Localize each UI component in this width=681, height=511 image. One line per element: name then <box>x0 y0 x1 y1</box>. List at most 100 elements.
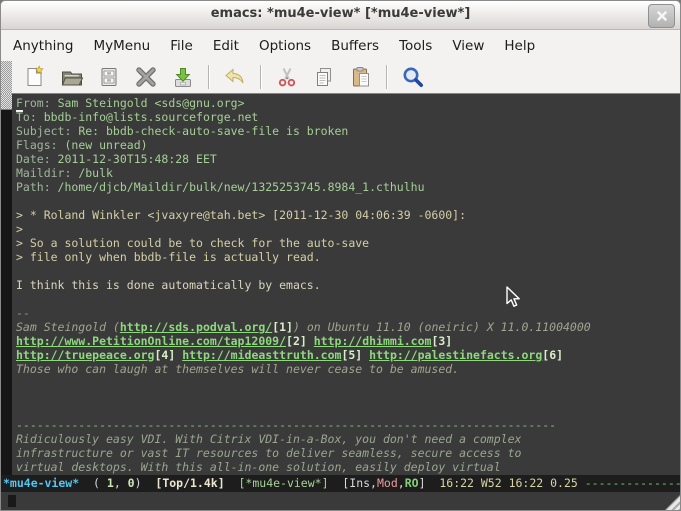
text-segment: 2011-12-30T15:48:28 EET <box>58 152 217 166</box>
url-link[interactable]: http://dhimmi.com <box>314 334 432 348</box>
title-bar[interactable]: emacs: *mu4e-view* [*mu4e-view*] <box>1 1 680 30</box>
buffer-line <box>16 292 680 306</box>
text-window[interactable]: From: Sam Steingold <sds@gnu.org>To: bbd… <box>1 94 680 475</box>
text-segment <box>307 334 314 348</box>
buffer-line <box>16 194 680 208</box>
text-segment: bbdb-info@lists.sourceforge.net <box>44 110 259 124</box>
text-segment: ) on Ubuntu 11.10 (oneiric) X 11.0.11004… <box>293 320 591 334</box>
undo-button[interactable] <box>223 65 247 89</box>
text-segment: ) <box>135 476 156 490</box>
text-segment: ----------------------------------------… <box>16 418 556 432</box>
buffer-line <box>16 376 680 390</box>
search-icon <box>401 65 425 89</box>
buffer-line: virtual desktops. With this all-in-one s… <box>16 460 680 474</box>
toolbar-separator <box>260 65 262 89</box>
buffer-line: -- <box>16 306 680 320</box>
text-segment: > So a solution could be to check for th… <box>16 236 369 250</box>
new-file-icon <box>23 65 47 89</box>
text-segment: rom: <box>23 96 58 110</box>
scrollbar-thumb[interactable] <box>1 94 12 110</box>
buffer-line: Maildir: /bulk <box>16 166 680 180</box>
buffer-line: > So a solution could be to check for th… <box>16 236 680 250</box>
resize-grip[interactable] <box>665 495 680 510</box>
save-as-button[interactable] <box>171 65 195 89</box>
buffer-text: From: Sam Steingold <sds@gnu.org>To: bbd… <box>16 96 680 475</box>
buffer-line: > <box>16 222 680 236</box>
search-button[interactable] <box>401 65 425 89</box>
buffer-line: Date: 2011-12-30T15:48:28 EET <box>16 152 680 166</box>
close-icon <box>656 10 668 22</box>
text-segment: [2] <box>286 334 307 348</box>
menu-item-view[interactable]: View <box>442 34 494 58</box>
text-segment: > file only when bbdb-file is actually r… <box>16 250 321 264</box>
text-segment: Re: bbdb-check-auto-save-file is broken <box>78 124 348 138</box>
buffer-line: infrastructure or vast IT resources to d… <box>16 446 680 460</box>
text-segment: , <box>114 476 128 490</box>
text-segment: Ridiculously easy VDI. With Citrix VDI-i… <box>16 432 521 446</box>
text-segment: Date: <box>16 152 58 166</box>
echo-area[interactable] <box>1 492 680 510</box>
buffer-line <box>16 404 680 418</box>
buffer-line: ----------------------------------------… <box>16 418 680 432</box>
paste-button[interactable] <box>349 65 373 89</box>
close-buffer-icon <box>134 65 158 89</box>
window-title: emacs: *mu4e-view* [*mu4e-view*] <box>1 6 680 21</box>
text-segment: [1] <box>272 320 293 334</box>
buffer-line: Those who can laugh at themselves will n… <box>16 362 680 376</box>
menu-item-anything[interactable]: Anything <box>3 34 84 58</box>
menu-item-edit[interactable]: Edit <box>203 34 249 58</box>
text-segment: To: <box>16 110 44 124</box>
paste-icon <box>349 65 373 89</box>
text-segment: ] <box>419 476 426 490</box>
buffer-line: Path: /home/djcb/Maildir/bulk/new/132525… <box>16 180 680 194</box>
close-button[interactable] <box>648 4 675 28</box>
buffer-line: From: Sam Steingold <sds@gnu.org> <box>16 96 680 110</box>
menu-item-options[interactable]: Options <box>249 34 321 58</box>
open-folder-icon <box>60 65 84 89</box>
save-button[interactable] <box>97 65 121 89</box>
text-segment: *mu4e-view* <box>3 476 79 490</box>
text-segment: [*mu4e-view*] <box>239 476 329 490</box>
url-link[interactable]: http://mideasttruth.com <box>182 348 341 362</box>
text-segment: [4] <box>154 348 175 362</box>
text-segment: [Ins, <box>329 476 377 490</box>
url-link[interactable]: http://www.PetitionOnline.com/tap12009/ <box>16 334 286 348</box>
menu-item-tools[interactable]: Tools <box>389 34 442 58</box>
buffer-line: I think this is done automatically by em… <box>16 278 680 292</box>
text-segment: infrastructure or vast IT resources to d… <box>16 446 521 460</box>
text-segment: -------------------------------- <box>585 476 680 490</box>
buffer-line: http://truepeace.org[4] http://mideasttr… <box>16 348 680 362</box>
menu-item-help[interactable]: Help <box>494 34 545 58</box>
menu-item-buffers[interactable]: Buffers <box>321 34 389 58</box>
buffer-line <box>16 264 680 278</box>
url-link[interactable]: http://truepeace.org <box>16 348 154 362</box>
cut-button[interactable] <box>275 65 299 89</box>
text-segment: > <box>16 222 23 236</box>
text-segment: [Top/1.4k] <box>155 476 224 490</box>
close-buffer-button[interactable] <box>134 65 158 89</box>
copy-button[interactable] <box>312 65 336 89</box>
text-segment: Mod <box>377 476 398 490</box>
url-link[interactable]: http://palestinefacts.org <box>369 348 542 362</box>
buffer-line: Flags: (new unread) <box>16 138 680 152</box>
buffer-line <box>16 390 680 404</box>
text-segment: ( <box>79 476 107 490</box>
text-segment: RO <box>405 476 419 490</box>
open-folder-button[interactable] <box>60 65 84 89</box>
text-segment: virtual desktops. With this all-in-one s… <box>16 460 501 474</box>
scrollbar[interactable] <box>1 94 12 475</box>
menu-item-file[interactable]: File <box>160 34 203 58</box>
buffer-line: Subject: Re: bbdb-check-auto-save-file i… <box>16 124 680 138</box>
undo-icon <box>223 65 247 89</box>
text-segment: Those who can laugh at themselves will n… <box>16 362 459 376</box>
menu-item-mymenu[interactable]: MyMenu <box>84 34 161 58</box>
text-segment: 0 <box>128 476 135 490</box>
text-segment: Path: <box>16 180 58 194</box>
toolbar <box>1 61 680 94</box>
mode-line[interactable]: *mu4e-view* ( 1, 0) [Top/1.4k] [*mu4e-vi… <box>1 475 680 492</box>
buffer-line: > file only when bbdb-file is actually r… <box>16 250 680 264</box>
text-segment: , <box>398 476 405 490</box>
url-link[interactable]: http://sds.podval.org/ <box>120 320 272 334</box>
new-file-button[interactable] <box>23 65 47 89</box>
text-segment: Flags: <box>16 138 64 152</box>
